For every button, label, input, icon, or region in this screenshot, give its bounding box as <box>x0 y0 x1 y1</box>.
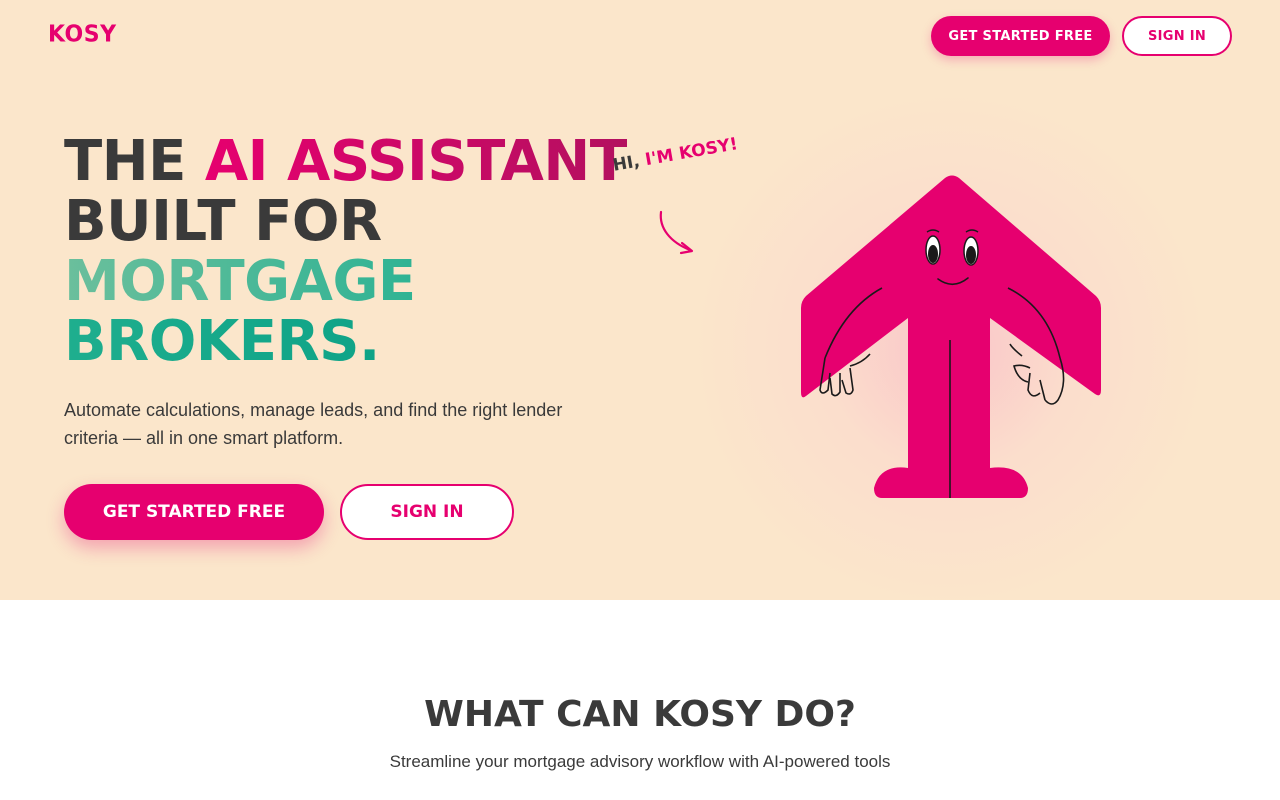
hero-section: KOSY GET STARTED FREE SIGN IN THE AI ASS… <box>0 0 1280 600</box>
top-nav: KOSY GET STARTED FREE SIGN IN <box>0 0 1280 72</box>
hero-sign-in-button[interactable]: SIGN IN <box>340 484 514 540</box>
hero-subtext: Automate calculations, manage leads, and… <box>64 400 563 448</box>
nav-get-started-button[interactable]: GET STARTED FREE <box>931 16 1110 56</box>
headline-ai-assistant: AI ASSISTANT <box>204 129 628 194</box>
features-title: WHAT CAN KOSY DO? <box>424 694 856 735</box>
speech-im-kosy: I'M KOSY! <box>643 134 740 171</box>
curved-arrow-icon <box>659 210 694 255</box>
headline-line-4: BROKERS. <box>64 312 624 372</box>
mascot-speech-label: HI, I'M KOSY! <box>611 134 739 176</box>
headline-line-3: MORTGAGE <box>64 252 624 312</box>
headline-the: THE <box>64 129 205 194</box>
hero-get-started-button[interactable]: GET STARTED FREE <box>64 484 324 540</box>
headline-mortgage: MORTGAGE <box>64 249 416 314</box>
nav-sign-in-button[interactable]: SIGN IN <box>1122 16 1232 56</box>
headline-brokers: BROKERS. <box>64 309 380 374</box>
headline-line-1: THE AI ASSISTANT <box>64 129 628 194</box>
speech-hi: HI, <box>611 150 648 176</box>
logo[interactable]: KOSY <box>48 21 117 47</box>
features-subtitle: Streamline your mortgage advisory workfl… <box>389 752 891 771</box>
hero-headline: THE AI ASSISTANT BUILT FOR MORTGAGE BROK… <box>64 129 628 372</box>
headline-built-for: BUILT FOR <box>64 189 382 254</box>
house-mascot-icon <box>801 175 1101 498</box>
